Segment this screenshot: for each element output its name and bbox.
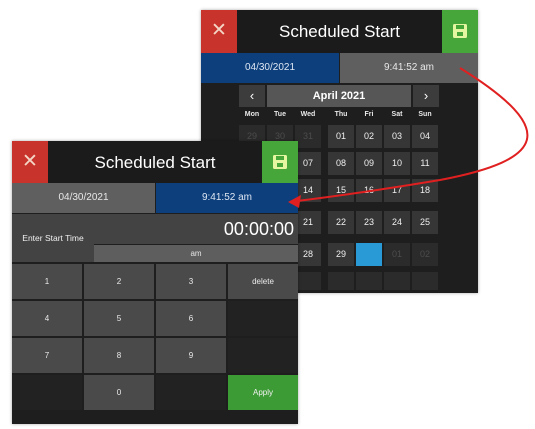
keypad-5[interactable]: 5: [84, 301, 154, 336]
calendar-day[interactable]: 04: [412, 125, 438, 148]
calendar-day[interactable]: 02: [356, 125, 382, 148]
calendar-day[interactable]: 03: [384, 125, 410, 148]
weekday-fri: Fri: [364, 111, 374, 118]
calendar-day[interactable]: 25: [412, 211, 438, 234]
calendar-day-overflow: [295, 272, 321, 290]
weekday-wed: Wed: [300, 111, 316, 118]
prev-month-button[interactable]: ‹: [239, 85, 265, 107]
keypad-empty: [12, 375, 82, 410]
screen-title: Scheduled Start: [94, 153, 216, 172]
calendar-day[interactable]: 15: [328, 179, 354, 202]
close-button[interactable]: ✕: [201, 10, 237, 53]
delete-button[interactable]: delete: [228, 264, 298, 299]
am-pm-toggle[interactable]: am: [94, 245, 298, 262]
enter-start-time-label: Enter Start Time: [12, 214, 94, 262]
calendar-day[interactable]: 09: [356, 152, 382, 175]
keypad-7[interactable]: 7: [12, 338, 82, 373]
close-button[interactable]: ✕: [12, 141, 48, 184]
chevron-right-icon: ›: [423, 88, 429, 103]
month-label: April 2021: [267, 85, 411, 107]
keypad-empty: [156, 375, 226, 410]
save-button[interactable]: [262, 141, 298, 184]
calendar-day[interactable]: 02: [412, 243, 438, 266]
calendar-day[interactable]: 01: [384, 243, 410, 266]
apply-button[interactable]: Apply: [228, 375, 298, 410]
calendar-day[interactable]: 11: [412, 152, 438, 175]
keypad-3[interactable]: 3: [156, 264, 226, 299]
tab-date[interactable]: 04/30/2021: [12, 183, 155, 213]
keypad-empty: [228, 301, 298, 336]
calendar-day[interactable]: 29: [328, 243, 354, 266]
keypad-6[interactable]: 6: [156, 301, 226, 336]
calendar-day[interactable]: 10: [384, 152, 410, 175]
calendar-day[interactable]: 07: [295, 152, 321, 175]
tab-time[interactable]: 9:41:52 am: [340, 53, 478, 83]
keypad-8[interactable]: 8: [84, 338, 154, 373]
title-bar: ✕ Scheduled Start: [201, 10, 478, 53]
keypad-0[interactable]: 0: [84, 375, 154, 410]
title-bar: ✕ Scheduled Start: [12, 141, 298, 184]
calendar-day[interactable]: 24: [384, 211, 410, 234]
time-input-display[interactable]: 00:00:00: [94, 214, 298, 244]
calendar-day[interactable]: 01: [328, 125, 354, 148]
calendar-day-overflow: [328, 272, 354, 290]
chevron-left-icon: ‹: [249, 88, 255, 103]
calendar-day[interactable]: 31: [295, 125, 321, 148]
save-icon: [453, 24, 467, 38]
keypad-1[interactable]: 1: [12, 264, 82, 299]
close-icon: ✕: [22, 151, 38, 172]
calendar-day-overflow: [356, 272, 382, 290]
keypad-2[interactable]: 2: [84, 264, 154, 299]
calendar-day[interactable]: 16: [356, 179, 382, 202]
calendar-day-selected[interactable]: 30: [356, 243, 382, 266]
close-icon: ✕: [211, 20, 227, 41]
calendar-day[interactable]: 23: [356, 211, 382, 234]
weekday-tue: Tue: [274, 111, 286, 118]
calendar-day[interactable]: 14: [295, 179, 321, 202]
keypad-empty: [228, 338, 298, 373]
calendar-day[interactable]: 22: [328, 211, 354, 234]
calendar-day[interactable]: 08: [328, 152, 354, 175]
calendar-day[interactable]: 28: [295, 243, 321, 266]
calendar-day-overflow: [412, 272, 438, 290]
calendar-day[interactable]: 17: [384, 179, 410, 202]
calendar-day[interactable]: 21: [295, 211, 321, 234]
weekday-mon: Mon: [244, 111, 260, 118]
keypad-4[interactable]: 4: [12, 301, 82, 336]
tab-date[interactable]: 04/30/2021: [201, 53, 339, 83]
screen-title: Scheduled Start: [279, 22, 400, 41]
weekday-sat: Sat: [391, 111, 403, 118]
next-month-button[interactable]: ›: [413, 85, 439, 107]
save-button[interactable]: [442, 10, 478, 53]
save-icon: [273, 155, 287, 169]
weekday-thu: Thu: [334, 111, 348, 118]
keypad-9[interactable]: 9: [156, 338, 226, 373]
tab-time[interactable]: 9:41:52 am: [156, 183, 298, 213]
calendar-day-overflow: [384, 272, 410, 290]
scheduled-start-time-screen: ✕ Scheduled Start 04/30/2021 9:41:52 am …: [12, 141, 298, 424]
weekday-sun: Sun: [418, 111, 432, 118]
calendar-day[interactable]: 18: [412, 179, 438, 202]
